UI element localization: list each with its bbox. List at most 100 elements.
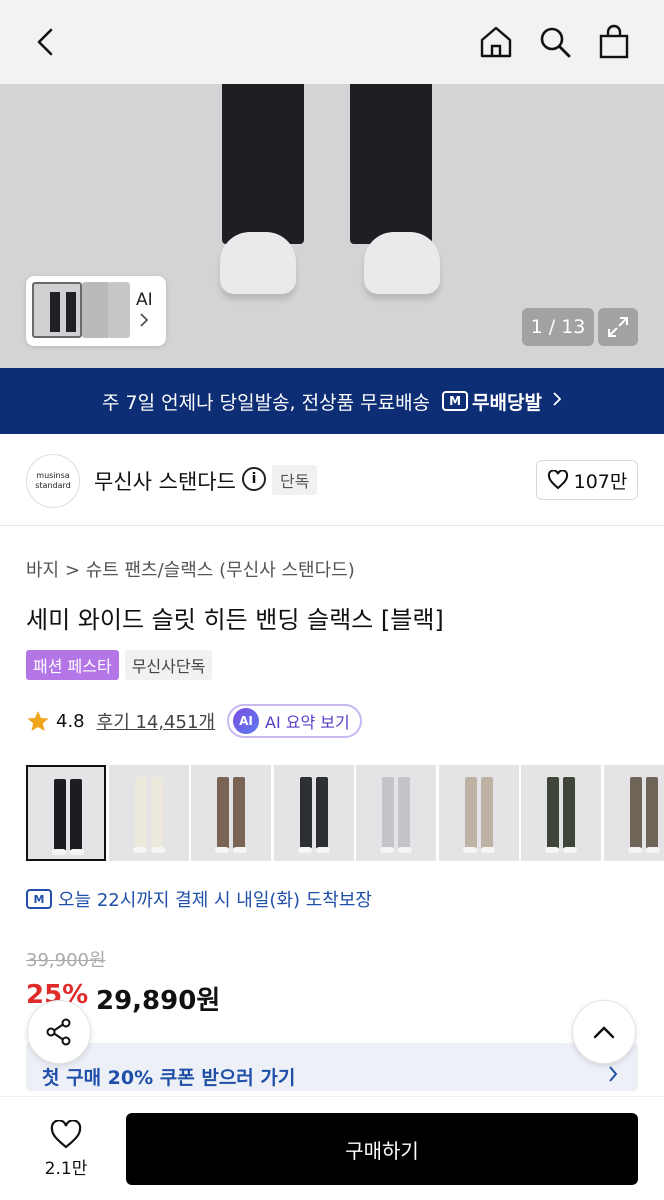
free-shipping-banner[interactable]: 주 7일 언제나 당일발송, 전상품 무료배송 M 무배당발 (0, 368, 664, 434)
chevron-right-icon (552, 390, 562, 412)
swatch-shoe (645, 847, 660, 853)
brand-like-button[interactable]: 107만 (536, 460, 638, 500)
swatch-shoe (563, 847, 577, 853)
swatch-shoe (233, 847, 247, 853)
swatch-shoe (627, 847, 642, 853)
color-swatch[interactable] (26, 765, 106, 861)
thumbnail-image (108, 282, 130, 338)
breadcrumb[interactable]: 바지 > 슈트 팬츠/슬랙스 (무신사 스탠다드) (26, 556, 355, 582)
back-arrow-icon[interactable] (24, 20, 68, 64)
rating-row: 4.8 후기 14,451개 AI AI 요약 보기 (26, 703, 362, 739)
swatch-shoe (52, 849, 66, 855)
musinsa-delivery-icon: M (442, 391, 469, 411)
color-swatch[interactable] (356, 765, 436, 861)
share-button[interactable] (27, 1000, 91, 1064)
reviews-link[interactable]: 후기 14,451개 (97, 708, 215, 734)
info-icon[interactable]: i (242, 467, 266, 491)
color-swatch[interactable] (273, 765, 354, 861)
swatch-pants-right (150, 777, 163, 849)
color-options (26, 765, 664, 861)
swatch-shoe (462, 847, 477, 853)
top-navigation-bar (0, 0, 664, 84)
same-day-badge: M 무배당발 (442, 388, 542, 415)
chevron-right-icon (608, 1065, 618, 1087)
brand-row: musinsa standard 무신사 스탠다드 i 단독 107만 (0, 434, 664, 526)
expand-icon[interactable] (598, 308, 638, 346)
swatch-pants-left (547, 777, 559, 849)
swatch-pants-right (563, 777, 575, 849)
product-photo-left-leg (222, 84, 304, 244)
swatch-pants-right (315, 777, 328, 849)
badge-text: 무배당발 (472, 391, 542, 414)
product-photo-right-leg (350, 84, 432, 244)
ai-thumbnail-card[interactable]: AI (26, 276, 166, 346)
buy-button[interactable]: 구매하기 (126, 1113, 638, 1185)
swatch-pants-right (70, 779, 82, 851)
wishlist-count: 2.1만 (44, 1158, 88, 1179)
bottom-action-bar: 2.1만 구매하기 (0, 1096, 664, 1200)
exclusive-tag: 단독 (272, 465, 318, 495)
swatch-shoe (545, 847, 559, 853)
musinsa-exclusive-tag: 무신사단독 (124, 650, 213, 680)
swatch-pants-left (299, 777, 312, 849)
scroll-to-top-button[interactable] (572, 1000, 636, 1064)
search-icon[interactable] (533, 20, 577, 64)
thumbnail-image (82, 282, 110, 338)
thumbnail-image (32, 282, 82, 338)
swatch-shoe (297, 847, 312, 853)
fashion-festa-tag: 패션 페스타 (26, 650, 119, 680)
ai-icon: AI (233, 708, 260, 734)
swatch-shoe (398, 847, 412, 853)
swatch-pants-left (134, 777, 147, 849)
swatch-shoe (380, 847, 394, 853)
swatch-pants-left (464, 777, 477, 849)
swatch-shoe (132, 847, 147, 853)
swatch-shoe (70, 849, 84, 855)
brand-name[interactable]: 무신사 스탠다드 (94, 466, 236, 496)
swatch-pants-left (217, 777, 229, 849)
product-photo-right-shoe (364, 232, 440, 294)
home-icon[interactable] (474, 20, 518, 64)
product-title: 세미 와이드 슬릿 히든 밴딩 슬랙스 [블랙] (26, 606, 444, 634)
color-swatch[interactable] (603, 765, 664, 861)
delivery-text: 오늘 22시까지 결제 시 내일(화) 도착보장 (58, 890, 372, 911)
color-swatch[interactable] (438, 765, 519, 861)
ai-summary-button[interactable]: AI AI 요약 보기 (227, 704, 362, 738)
chevron-right-icon (139, 312, 149, 332)
sale-price: 29,890원 (96, 986, 221, 1016)
share-icon (46, 1018, 71, 1046)
swatch-shoe (215, 847, 229, 853)
swatch-pants-left (54, 779, 66, 851)
wishlist-button[interactable]: 2.1만 (26, 1115, 106, 1183)
ai-summary-label: AI 요약 보기 (265, 713, 350, 732)
swatch-pants-right (233, 777, 245, 849)
swatch-pants-right (480, 777, 493, 849)
heart-icon (547, 470, 568, 490)
original-price: 39,900원 (26, 950, 106, 971)
swatch-pants-left (382, 777, 394, 849)
swatch-shoe (315, 847, 330, 853)
color-swatch[interactable] (191, 765, 271, 861)
swatch-pants-right (398, 777, 410, 849)
color-swatch[interactable] (521, 765, 601, 861)
product-tags: 패션 페스타 무신사단독 (26, 650, 213, 680)
banner-text: 주 7일 언제나 당일발송, 전상품 무료배송 (102, 391, 431, 414)
swatch-pants-left (629, 777, 642, 849)
swatch-shoe (150, 847, 165, 853)
coupon-text: 첫 구매 20% 쿠폰 받으러 가기 (42, 1067, 296, 1089)
star-icon (27, 711, 49, 731)
image-counter: 1 / 13 (522, 308, 594, 346)
musinsa-delivery-icon: M (26, 889, 52, 909)
heart-icon (50, 1119, 82, 1148)
rating-score: 4.8 (56, 710, 85, 732)
brand-like-count: 107만 (573, 470, 628, 493)
product-photo-left-shoe (220, 232, 296, 294)
swatch-shoe (480, 847, 495, 853)
color-swatch[interactable] (108, 765, 189, 861)
brand-logo[interactable]: musinsa standard (26, 454, 80, 508)
coupon-banner[interactable]: 첫 구매 20% 쿠폰 받으러 가기 (26, 1043, 638, 1091)
shopping-bag-icon[interactable] (592, 20, 636, 64)
delivery-guarantee[interactable]: M 오늘 22시까지 결제 시 내일(화) 도착보장 (26, 886, 372, 912)
product-image-gallery[interactable]: AI 1 / 13 (0, 84, 664, 368)
swatch-pants-right (645, 777, 658, 849)
